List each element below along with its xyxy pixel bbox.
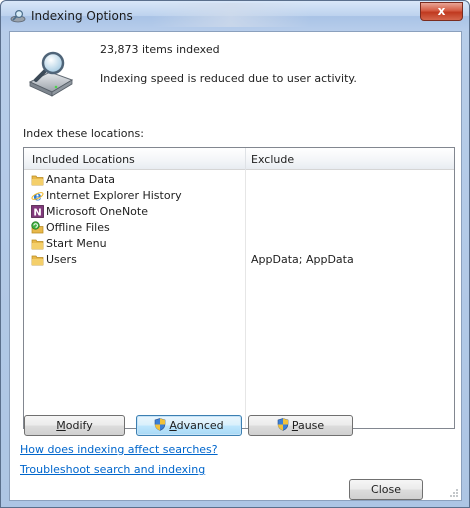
internet-explorer-icon: e: [31, 190, 44, 203]
dialog-client-area: 23,873 items indexed Indexing speed is r…: [9, 31, 462, 501]
window-title: Indexing Options: [31, 9, 133, 23]
uac-shield-icon: [277, 418, 289, 431]
offline-files-icon: [31, 221, 44, 234]
list-item[interactable]: Users AppData; AppData: [24, 252, 454, 268]
location-name: Users: [46, 253, 77, 266]
svg-text:N: N: [33, 208, 41, 219]
indexing-options-window: Indexing Options x 23,873 items indexed …: [0, 0, 470, 508]
resize-grip-icon[interactable]: [449, 488, 459, 498]
title-bar[interactable]: Indexing Options x: [1, 1, 469, 31]
indexing-drive-icon: [28, 51, 74, 97]
location-name: Internet Explorer History: [46, 189, 182, 202]
advanced-button[interactable]: Advanced: [136, 415, 242, 436]
items-indexed-count: 23,873 items indexed: [100, 43, 220, 56]
column-divider[interactable]: [245, 148, 246, 170]
how-indexing-affects-searches-link[interactable]: How does indexing affect searches?: [20, 443, 218, 456]
location-name: Ananta Data: [46, 173, 116, 186]
close-button[interactable]: Close: [349, 479, 423, 500]
list-item[interactable]: N Microsoft OneNote: [24, 204, 454, 220]
close-icon: x: [437, 4, 446, 18]
column-header-exclude[interactable]: Exclude: [251, 153, 294, 166]
list-item[interactable]: e Internet Explorer History: [24, 188, 454, 204]
indexing-speed-message: Indexing speed is reduced due to user ac…: [100, 72, 357, 85]
list-item[interactable]: Ananta Data: [24, 172, 454, 188]
list-header: Included Locations Exclude: [24, 148, 454, 170]
location-name: Start Menu: [46, 237, 107, 250]
column-header-included[interactable]: Included Locations: [32, 153, 135, 166]
modify-label-post: odify: [65, 419, 93, 432]
modify-label-accel: M: [56, 419, 66, 432]
advanced-label-post: dvanced: [176, 419, 224, 432]
troubleshoot-search-link[interactable]: Troubleshoot search and indexing: [20, 463, 205, 476]
folder-icon: [31, 255, 44, 266]
location-exclude: AppData; AppData: [251, 253, 354, 266]
uac-shield-icon: [155, 418, 166, 431]
title-bar-glow: [151, 3, 311, 27]
onenote-icon: N: [31, 205, 44, 218]
indexing-options-icon: [10, 9, 26, 23]
location-name: Microsoft OneNote: [46, 205, 148, 218]
folder-icon: [31, 239, 44, 250]
list-item[interactable]: Start Menu: [24, 236, 454, 252]
list-item[interactable]: Offline Files: [24, 220, 454, 236]
folder-icon: [31, 175, 44, 186]
pause-button[interactable]: Pause: [248, 415, 353, 436]
pause-label-post: ause: [297, 419, 325, 432]
location-name: Offline Files: [46, 221, 110, 234]
advanced-label-accel: A: [169, 419, 177, 432]
close-window-button[interactable]: x: [420, 2, 463, 21]
svg-text:e: e: [33, 190, 41, 203]
index-locations-label: Index these locations:: [23, 127, 144, 140]
modify-button[interactable]: Modify: [24, 415, 125, 436]
locations-list[interactable]: Included Locations Exclude Ananta Data e…: [23, 147, 455, 429]
